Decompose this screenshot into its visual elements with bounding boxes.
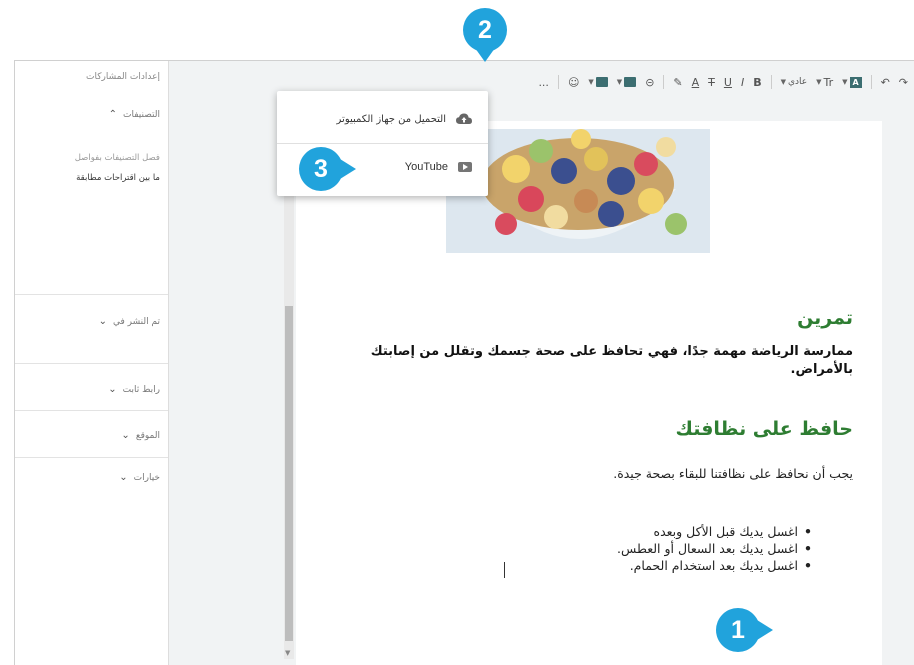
callout-badge-1: 1 xyxy=(716,608,760,652)
upload-label: التحميل من جهاز الكمبيوتر xyxy=(336,113,446,125)
divider xyxy=(15,410,168,411)
chevron-down-icon: ▼ xyxy=(616,78,623,86)
categories-label: التصنيفات xyxy=(123,109,160,120)
upload-from-computer-item[interactable]: التحميل من جهاز الكمبيوتر xyxy=(337,113,472,125)
more-icon[interactable]: ... xyxy=(538,76,549,89)
scroll-down-arrow-icon[interactable]: ▼ xyxy=(285,649,290,657)
published-section-toggle[interactable]: تم النشر في ⌄ xyxy=(99,316,160,327)
text-cursor xyxy=(504,562,505,578)
font-color-button[interactable]: A xyxy=(692,76,700,89)
list-item: اغسل يديك بعد استخدام الحمام. xyxy=(617,557,812,574)
divider xyxy=(663,75,665,89)
divider xyxy=(870,75,872,89)
paragraph-hygiene: يجب أن نحافظ على نظافتنا للبقاء بصحة جيد… xyxy=(613,466,853,481)
heading-hygiene: حافظ على نظافتك xyxy=(675,418,853,440)
permalink-section-toggle[interactable]: رابط ثابت ⌄ xyxy=(108,384,160,395)
style-dropdown[interactable]: ▼ عادي xyxy=(781,77,808,87)
chevron-down-icon: ⌄ xyxy=(119,472,128,483)
paragraph-exercise: ممارسة الرياضة مهمة جدًا، فهي تحافظ على … xyxy=(370,344,853,377)
undo-icon[interactable]: ↶ xyxy=(881,76,890,89)
youtube-icon xyxy=(458,162,472,172)
chevron-down-icon: ▼ xyxy=(588,78,594,86)
scrollbar-thumb[interactable] xyxy=(285,306,293,641)
list-item: اغسل يديك قبل الأكل وبعده xyxy=(617,523,812,540)
chevron-down-icon: ▼ xyxy=(816,78,822,86)
heading-exercise: تمرين xyxy=(797,307,853,329)
divider xyxy=(15,363,168,364)
post-body-editor[interactable]: تمرين ممارسة الرياضة مهمة جدًا، فهي تحاف… xyxy=(296,121,882,665)
chevron-down-icon: ⌄ xyxy=(98,316,108,327)
callout-badge-2: 2 xyxy=(463,8,507,52)
chevron-down-icon: ▼ xyxy=(842,78,848,86)
image-icon xyxy=(624,77,637,87)
highlight-icon[interactable]: ✎ xyxy=(673,76,682,89)
bold-button[interactable]: B xyxy=(753,76,761,89)
video-icon xyxy=(595,77,608,87)
callout-badge-3: 3 xyxy=(299,147,343,191)
font-size-label: Tr xyxy=(823,75,834,89)
sidebar-title: إعدادات المشاركات xyxy=(86,72,160,82)
published-label: تم النشر في xyxy=(113,316,160,327)
text-color-dropdown[interactable]: ▼ A xyxy=(842,76,862,88)
permalink-label: رابط ثابت xyxy=(122,384,160,395)
divider xyxy=(770,75,772,89)
font-size-dropdown[interactable]: ▼ Tr xyxy=(816,76,833,89)
chevron-up-icon: ⌃ xyxy=(108,109,118,120)
list-item: اغسل يديك بعد السعال أو العطس. xyxy=(617,540,812,557)
style-label: عادي xyxy=(787,77,808,87)
text-color-icon: A xyxy=(849,76,862,88)
categories-section-toggle[interactable]: التصنيفات ⌃ xyxy=(109,109,160,120)
chevron-down-icon: ⌄ xyxy=(121,430,130,441)
chevron-down-icon: ▼ xyxy=(780,78,786,86)
divider xyxy=(15,294,168,295)
redo-icon[interactable]: ↷ xyxy=(899,76,908,89)
callout-arrow-icon xyxy=(757,620,773,640)
insert-image-button[interactable]: ▼ xyxy=(616,77,637,87)
insert-video-button[interactable]: ▼ xyxy=(588,77,608,87)
divider xyxy=(277,143,488,144)
youtube-label: YouTube xyxy=(404,161,448,173)
callout-arrow-icon xyxy=(340,159,356,179)
italic-button[interactable]: I xyxy=(741,76,744,89)
callout-arrow-icon xyxy=(475,48,495,62)
emoji-icon[interactable]: ☺ xyxy=(568,76,579,89)
location-section-toggle[interactable]: الموقع ⌄ xyxy=(121,430,160,441)
youtube-item[interactable]: YouTube xyxy=(405,161,472,173)
chevron-down-icon: ⌄ xyxy=(108,384,117,395)
strikethrough-button[interactable]: T xyxy=(708,76,715,89)
cloud-upload-icon xyxy=(456,113,472,124)
link-icon[interactable]: ⊝ xyxy=(645,76,654,89)
location-label: الموقع xyxy=(135,430,160,441)
divider xyxy=(557,75,559,89)
categories-input[interactable]: ما بين اقتراحات مطابقة xyxy=(76,173,160,183)
hygiene-bullet-list: اغسل يديك قبل الأكل وبعده اغسل يديك بعد … xyxy=(617,523,812,574)
options-section-toggle[interactable]: خيارات ⌄ xyxy=(119,472,160,483)
underline-button[interactable]: U xyxy=(724,76,732,89)
options-label: خيارات xyxy=(133,472,160,483)
categories-hint: فصل التصنيفات بفواصل xyxy=(74,153,160,163)
post-settings-sidebar: إعدادات المشاركات التصنيفات ⌃ فصل التصني… xyxy=(15,61,169,665)
divider xyxy=(15,457,168,458)
